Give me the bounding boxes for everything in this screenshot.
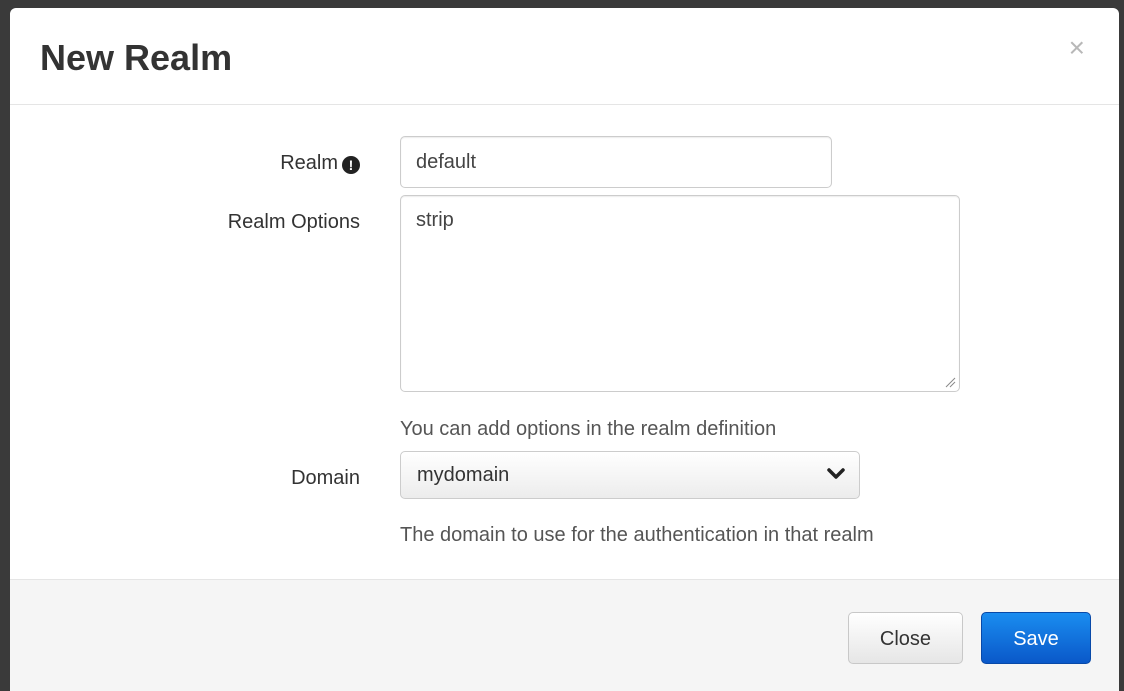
realm-label-text: Realm xyxy=(280,152,338,174)
realm-options-label: Realm Options xyxy=(227,211,360,233)
domain-label: Domain xyxy=(291,467,360,489)
domain-select-value: mydomain xyxy=(417,464,510,486)
resize-grip-icon[interactable] xyxy=(944,376,956,388)
close-icon[interactable]: × xyxy=(1069,34,1085,62)
save-button[interactable]: Save xyxy=(981,612,1091,664)
realm-options-textarea[interactable]: strip xyxy=(400,195,960,392)
close-button[interactable]: Close xyxy=(848,612,963,664)
dialog-title: New Realm xyxy=(40,37,233,78)
realm-label: Realm! xyxy=(280,152,360,175)
domain-help: The domain to use for the authentication… xyxy=(400,524,874,546)
new-realm-dialog: New Realm × Realm! Realm Options strip Y… xyxy=(10,8,1119,691)
chevron-down-icon xyxy=(827,468,845,479)
dialog-footer: Close Save xyxy=(10,579,1119,691)
exclamation-circle-icon: ! xyxy=(342,156,360,174)
dialog-header: New Realm × xyxy=(10,8,1119,105)
domain-select[interactable]: mydomain xyxy=(400,451,860,499)
realm-options-help: You can add options in the realm definit… xyxy=(400,418,777,440)
realm-input[interactable] xyxy=(400,136,832,188)
